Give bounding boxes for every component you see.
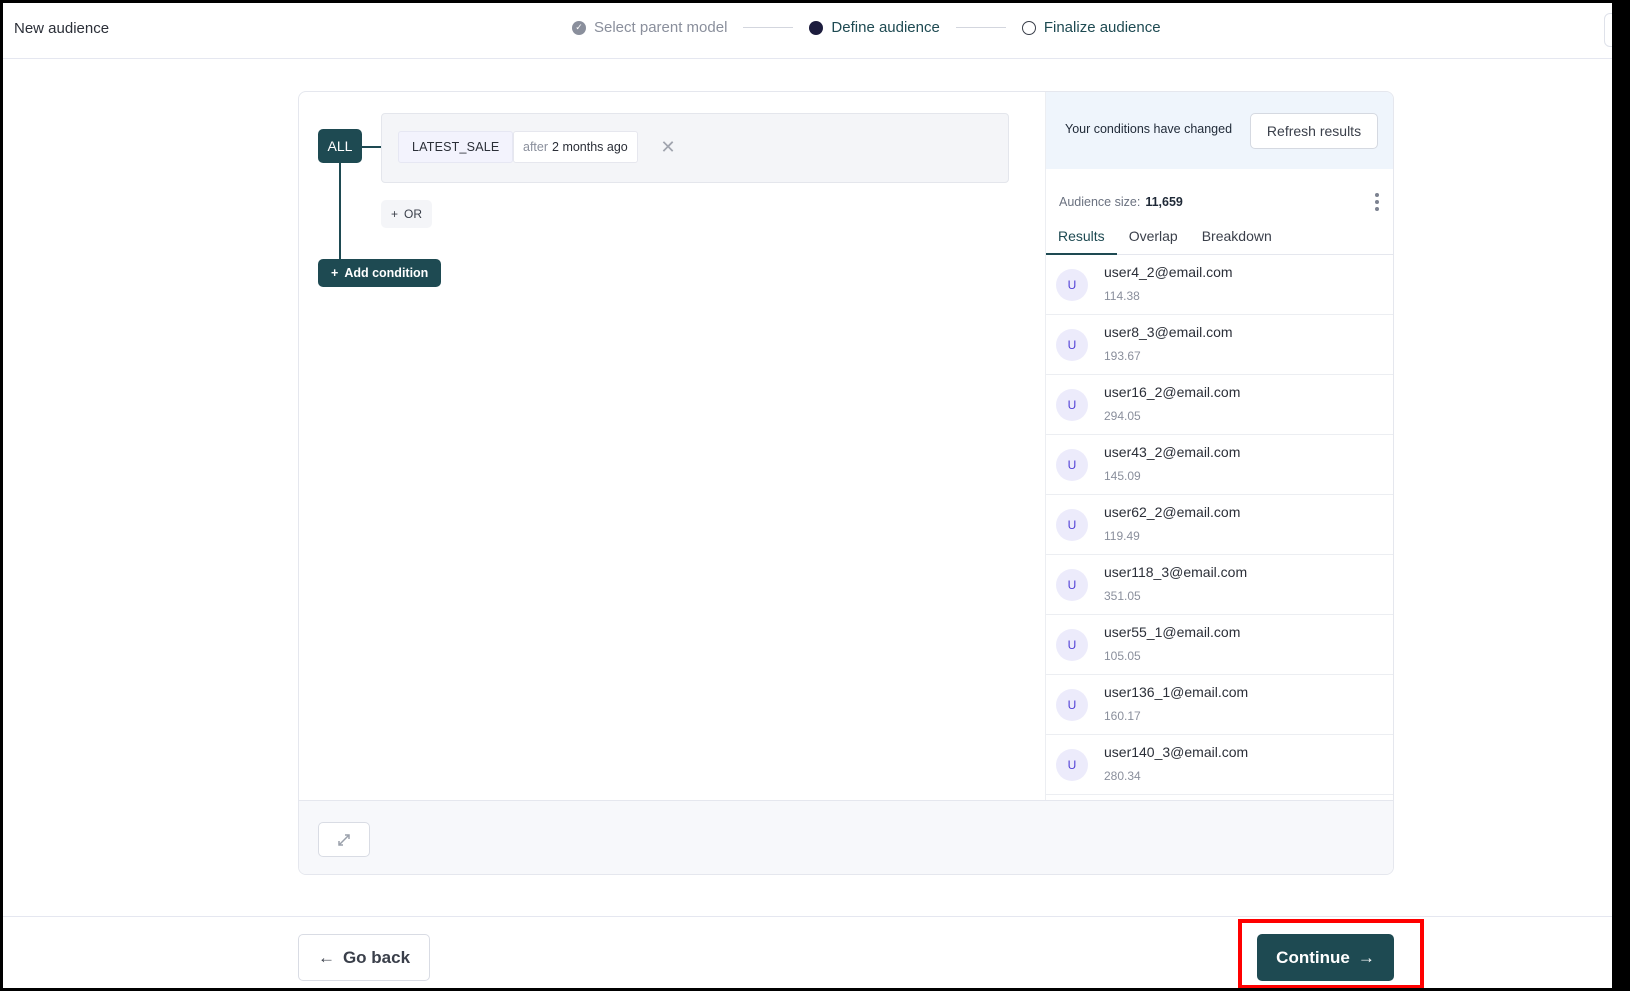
result-row[interactable]: Uuser140_3@email.com 280.34	[1046, 735, 1393, 795]
audience-size: Audience size: 11,659	[1059, 195, 1183, 209]
audience-size-value: 11,659	[1145, 195, 1183, 209]
add-condition-label: Add condition	[344, 266, 429, 280]
result-amount: 145.09	[1104, 469, 1141, 483]
add-or-button[interactable]: + OR	[381, 200, 433, 228]
results-list: Uuser4_2@email.com 114.38 Uuser8_3@email.c…	[1046, 255, 1393, 795]
result-email: user16_2@email.com	[1104, 384, 1241, 400]
condition-row: LATEST_SALE after 2 months ago ✕	[381, 113, 1009, 183]
avatar: U	[1056, 389, 1088, 421]
filled-circle-icon	[809, 20, 824, 35]
result-row[interactable]: Uuser136_1@email.com 160.17	[1046, 675, 1393, 735]
check-circle-icon: ✓	[572, 20, 586, 35]
result-amount: 105.05	[1104, 649, 1141, 663]
result-amount: 294.05	[1104, 409, 1141, 423]
condition-operator: after	[523, 140, 549, 154]
plus-icon: +	[391, 207, 399, 221]
step-select-parent-model[interactable]: ✓ Select parent model	[572, 19, 727, 36]
group-operator-all[interactable]: ALL	[318, 129, 362, 163]
result-email: user43_2@email.com	[1104, 444, 1241, 460]
result-row[interactable]: Uuser62_2@email.com 119.49	[1046, 495, 1393, 555]
result-amount: 193.67	[1104, 349, 1141, 363]
tree-connector	[339, 163, 341, 259]
result-email: user140_3@email.com	[1104, 744, 1249, 760]
more-options-icon[interactable]	[1372, 191, 1382, 213]
avatar: U	[1056, 329, 1088, 361]
avatar: U	[1056, 689, 1088, 721]
result-row[interactable]: Uuser43_2@email.com 145.09	[1046, 435, 1393, 495]
result-email: user136_1@email.com	[1104, 684, 1249, 700]
audience-size-label: Audience size:	[1059, 195, 1141, 209]
result-email: user55_1@email.com	[1104, 624, 1241, 640]
condition-value: 2 months ago	[552, 140, 628, 154]
result-amount: 114.38	[1104, 289, 1140, 303]
empty-circle-icon	[1021, 20, 1036, 35]
result-row[interactable]: Uuser118_3@email.com 351.05	[1046, 555, 1393, 615]
tab-breakdown[interactable]: Breakdown	[1190, 225, 1284, 255]
results-panel: Your conditions have changed Refresh res…	[1045, 92, 1393, 800]
result-row[interactable]: Uuser16_2@email.com 294.05	[1046, 375, 1393, 435]
result-amount: 351.05	[1104, 589, 1141, 603]
arrow-right-icon: →	[1357, 947, 1375, 967]
condition-property[interactable]: LATEST_SALE	[398, 131, 514, 163]
step-divider	[743, 27, 794, 28]
expand-button[interactable]	[318, 822, 370, 857]
step-define-audience[interactable]: Define audience	[809, 19, 940, 36]
go-back-label: Go back	[342, 947, 411, 967]
header-action-button[interactable]	[1604, 13, 1612, 47]
result-row[interactable]: Uuser4_2@email.com 114.38	[1046, 255, 1393, 315]
step-label: Define audience	[831, 19, 940, 36]
conditions-changed-text: Your conditions have changed	[1065, 122, 1233, 136]
result-email: user4_2@email.com	[1104, 264, 1233, 280]
screen: New audience ✓ Select parent model Defin…	[3, 3, 1612, 988]
results-tabs: Results Overlap Breakdown	[1046, 225, 1393, 255]
condition-filter[interactable]: after 2 months ago	[513, 131, 638, 163]
avatar: U	[1056, 269, 1088, 301]
step-label: Select parent model	[594, 19, 728, 36]
avatar: U	[1056, 629, 1088, 661]
close-icon[interactable]: ✕	[658, 136, 678, 158]
tree-connector	[362, 146, 381, 148]
continue-button[interactable]: Continue →	[1257, 934, 1394, 981]
tab-overlap[interactable]: Overlap	[1117, 225, 1190, 255]
progress-stepper: ✓ Select parent model Define audience Fi…	[572, 19, 1161, 36]
go-back-button[interactable]: ← Go back	[298, 934, 430, 981]
refresh-results-button[interactable]: Refresh results	[1250, 113, 1378, 149]
or-label: OR	[404, 207, 423, 221]
expand-icon	[338, 833, 350, 846]
top-header: New audience ✓ Select parent model Defin…	[3, 3, 1612, 59]
step-divider	[955, 27, 1006, 28]
step-label: Finalize audience	[1043, 19, 1161, 36]
result-amount: 160.17	[1104, 709, 1141, 723]
result-email: user118_3@email.com	[1104, 564, 1248, 580]
tab-results[interactable]: Results	[1046, 225, 1117, 255]
conditions-changed-banner: Your conditions have changed Refresh res…	[1046, 92, 1393, 169]
plus-icon: +	[331, 266, 339, 280]
step-finalize-audience[interactable]: Finalize audience	[1021, 19, 1161, 36]
avatar: U	[1056, 569, 1088, 601]
audience-builder-card: ALL LATEST_SALE after 2 months ago ✕ + O…	[298, 91, 1394, 875]
page-title: New audience	[14, 20, 110, 37]
result-row[interactable]: Uuser55_1@email.com 105.05	[1046, 615, 1393, 675]
result-email: user62_2@email.com	[1104, 504, 1241, 520]
avatar: U	[1056, 749, 1088, 781]
arrow-left-icon: ←	[317, 947, 335, 967]
result-amount: 119.49	[1104, 529, 1140, 543]
avatar: U	[1056, 509, 1088, 541]
card-footer	[299, 800, 1393, 874]
result-row[interactable]: Uuser8_3@email.com 193.67	[1046, 315, 1393, 375]
bottom-footer: ← Go back Continue →	[3, 916, 1612, 988]
result-amount: 280.34	[1104, 769, 1141, 783]
continue-label: Continue	[1276, 947, 1350, 967]
avatar: U	[1056, 449, 1088, 481]
add-condition-button[interactable]: + Add condition	[318, 259, 442, 287]
condition-builder: ALL LATEST_SALE after 2 months ago ✕ + O…	[299, 92, 1045, 800]
result-email: user8_3@email.com	[1104, 324, 1233, 340]
